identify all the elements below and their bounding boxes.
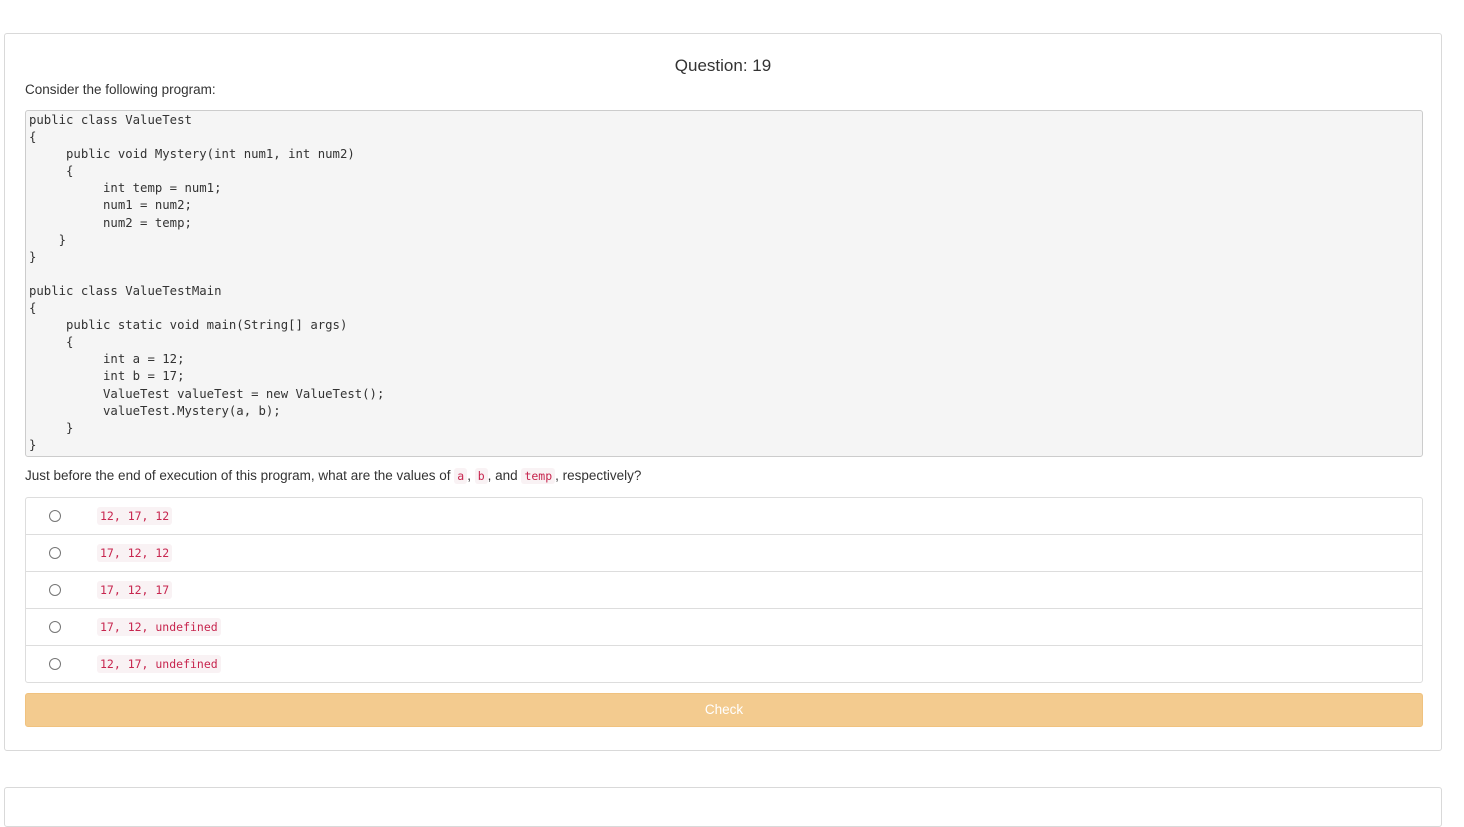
question-text-before: Just before the end of execution of this… <box>25 468 455 483</box>
radio-button[interactable] <box>49 584 61 596</box>
answer-option[interactable]: 12, 17, 12 <box>26 498 1422 534</box>
next-question-card <box>4 787 1442 827</box>
inline-code-temp: temp <box>521 468 556 484</box>
answer-option-label: 17, 12, 12 <box>97 544 173 562</box>
answer-option-label: 17, 12, undefined <box>97 618 221 636</box>
check-button[interactable]: Check <box>25 693 1423 727</box>
question-separator: , <box>467 468 475 483</box>
answer-option[interactable]: 17, 12, 12 <box>26 534 1422 571</box>
question-separator: , and <box>487 468 522 483</box>
question-prompt: Consider the following program: <box>25 82 216 97</box>
answer-option-label: 12, 17, 12 <box>97 507 173 525</box>
question-text: Just before the end of execution of this… <box>25 468 642 484</box>
answer-options: 12, 17, 12 17, 12, 12 17, 12, 17 17, 12,… <box>25 497 1423 683</box>
answer-option[interactable]: 17, 12, undefined <box>26 608 1422 645</box>
radio-button[interactable] <box>49 510 61 522</box>
answer-option-label: 17, 12, 17 <box>97 581 173 599</box>
answer-option[interactable]: 12, 17, undefined <box>26 645 1422 682</box>
answer-option-label: 12, 17, undefined <box>97 655 221 673</box>
question-card: Question: 19 Consider the following prog… <box>4 33 1442 751</box>
inline-code-b: b <box>474 468 488 484</box>
radio-button[interactable] <box>49 621 61 633</box>
answer-option[interactable]: 17, 12, 17 <box>26 571 1422 608</box>
question-title: Question: 19 <box>674 56 772 75</box>
question-text-after: , respectively? <box>555 468 642 483</box>
inline-code-a: a <box>454 468 468 484</box>
radio-button[interactable] <box>49 658 61 670</box>
code-block: public class ValueTest { public void Mys… <box>25 110 1423 457</box>
radio-button[interactable] <box>49 547 61 559</box>
